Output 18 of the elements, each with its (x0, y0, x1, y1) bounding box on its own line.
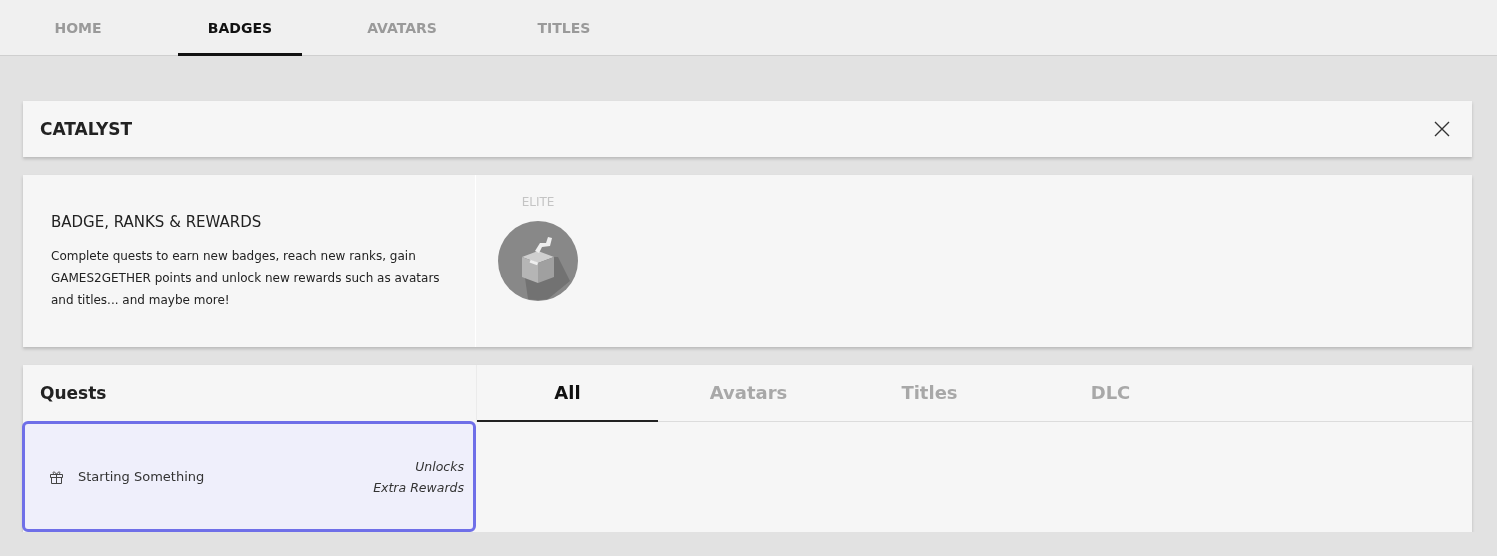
info-heading: BADGE, RANKS & REWARDS (51, 213, 263, 231)
info-text: Complete quests to earn new badges, reach new ranks, gain GAMES2GETHER points and unlock new rewards such as avatars and titles... and maybe more! (51, 248, 441, 309)
nav-tab[interactable]: HOME (16, 0, 140, 56)
gift-icon (49, 469, 64, 484)
filter-tab[interactable]: Avatars (658, 365, 839, 422)
filter-tab[interactable]: DLC (1020, 365, 1201, 422)
close-icon[interactable] (1434, 121, 1450, 137)
quest-reward: Unlocks Extra Rewards (373, 457, 464, 497)
panel-title: CATALYST (40, 119, 133, 139)
filter-tab[interactable]: All (477, 365, 658, 422)
nav-tab[interactable]: AVATARS (340, 0, 464, 56)
nav-tab[interactable]: TITLES (502, 0, 626, 56)
quest-row[interactable]: Starting Something Unlocks Extra Rewards (22, 421, 476, 532)
nav-tab[interactable]: BADGES (178, 0, 302, 56)
ballot-box-badge-icon (498, 221, 578, 301)
filter-tab[interactable]: Titles (839, 365, 1020, 422)
quest-name: Starting Something (78, 469, 206, 484)
quests-title: Quests (40, 383, 107, 403)
